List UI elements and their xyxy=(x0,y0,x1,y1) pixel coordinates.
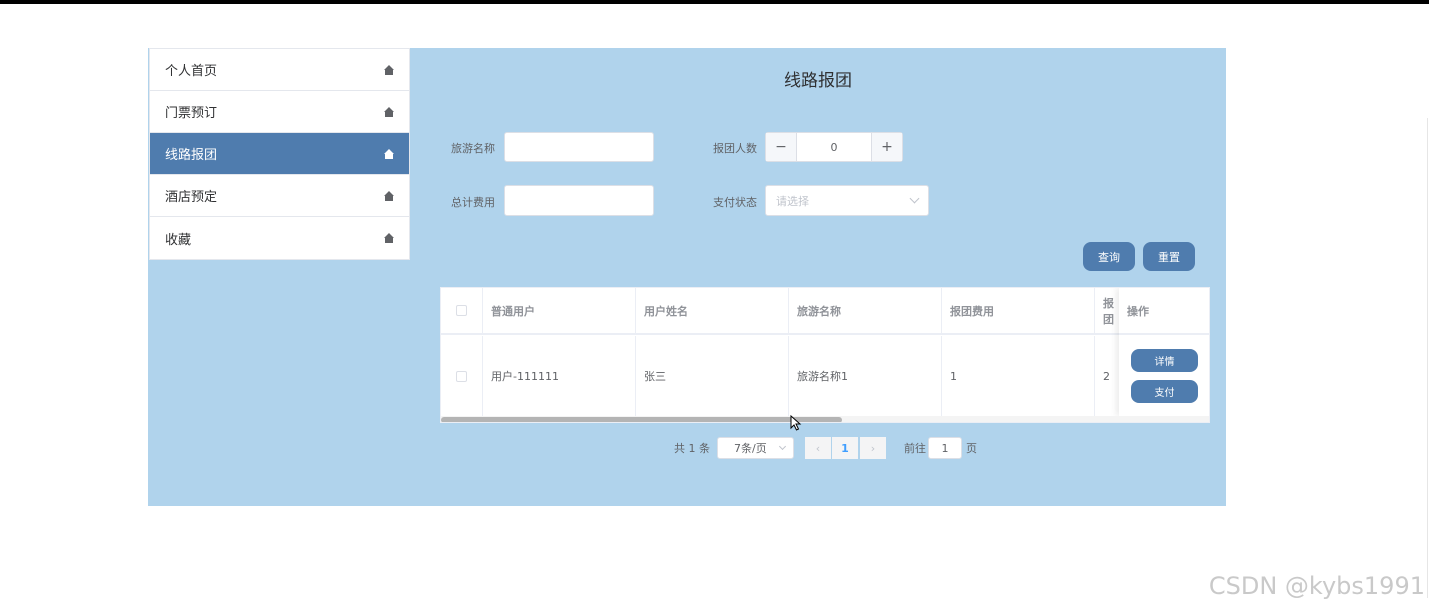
select-all-cell xyxy=(441,288,483,335)
scrollbar-thumb[interactable] xyxy=(441,417,842,422)
sidebar-item-label: 收藏 xyxy=(165,232,192,248)
sidebar-item-hotel[interactable]: 酒店预定 xyxy=(150,175,409,217)
group-count-label: 报团人数 xyxy=(713,142,757,155)
row-checkbox[interactable] xyxy=(456,370,467,382)
chevron-down-icon xyxy=(909,193,920,204)
column-header: 报团费用 xyxy=(942,288,1095,335)
page-number[interactable]: 1 xyxy=(832,437,858,459)
horizontal-scrollbar[interactable] xyxy=(441,416,1209,422)
sidebar-item-label: 门票预订 xyxy=(165,106,218,121)
select-all-checkbox[interactable] xyxy=(456,305,467,316)
sidebar-item-label: 线路报团 xyxy=(165,148,218,163)
table-cell: 旅游名称1 xyxy=(789,336,942,416)
top-bar xyxy=(0,0,1429,4)
tour-name-input[interactable] xyxy=(504,132,654,162)
sidebar-item-favorites[interactable]: 收藏 xyxy=(150,217,409,259)
tour-name-label: 旅游名称 xyxy=(451,142,495,155)
home-icon xyxy=(384,233,394,243)
mouse-cursor-icon xyxy=(790,414,802,435)
watermark: CSDN @kybs1991 xyxy=(1208,572,1425,600)
home-icon xyxy=(384,148,394,159)
reset-button[interactable]: 重置 xyxy=(1143,242,1195,271)
group-count-stepper: − 0 + xyxy=(765,132,903,162)
pagination-total: 共 1 条 xyxy=(674,442,710,455)
goto-label: 前往 xyxy=(904,442,926,455)
sidebar-item-label: 个人首页 xyxy=(165,64,218,79)
column-header: 操作 xyxy=(1119,288,1209,335)
home-icon xyxy=(384,64,394,75)
plus-icon[interactable]: + xyxy=(871,133,902,161)
next-page-button[interactable]: › xyxy=(860,437,886,459)
row-select-cell xyxy=(441,336,483,416)
page-size-select[interactable]: 7条/页 xyxy=(717,437,794,459)
data-table: 普通用户 用户姓名 旅游名称 报团费用 报团 用户-111111 张三 旅游名称… xyxy=(440,287,1210,423)
table-cell: 用户-111111 xyxy=(483,336,636,416)
pay-status-select[interactable]: 请选择 xyxy=(765,185,929,216)
page-title: 线路报团 xyxy=(784,71,852,91)
page-size-value: 7条/页 xyxy=(734,442,767,455)
detail-button[interactable]: 详情 xyxy=(1131,349,1198,372)
home-icon xyxy=(384,106,394,117)
total-fee-input[interactable] xyxy=(504,185,654,216)
sidebar-item-home[interactable]: 个人首页 xyxy=(150,49,409,91)
group-count-value[interactable]: 0 xyxy=(797,133,871,161)
right-divider xyxy=(1427,118,1428,598)
sidebar-item-tickets[interactable]: 门票预订 xyxy=(150,91,409,133)
pay-status-label: 支付状态 xyxy=(713,196,757,209)
table-cell: 1 xyxy=(942,336,1095,416)
minus-icon[interactable]: − xyxy=(766,133,797,161)
sidebar-menu: 个人首页 门票预订 线路报团 酒店预定 收藏 xyxy=(149,48,410,260)
sidebar-item-label: 酒店预定 xyxy=(165,190,218,205)
column-header: 旅游名称 xyxy=(789,288,942,335)
home-icon xyxy=(384,190,394,201)
goto-page-input[interactable]: 1 xyxy=(928,437,962,459)
query-button[interactable]: 查询 xyxy=(1083,242,1135,271)
column-header: 用户姓名 xyxy=(636,288,789,335)
prev-page-button[interactable]: ‹ xyxy=(805,437,831,459)
operations-column: 操作 详情 支付 xyxy=(1119,288,1209,416)
table-cell: 张三 xyxy=(636,336,789,416)
column-header: 普通用户 xyxy=(483,288,636,335)
chevron-down-icon xyxy=(778,442,787,450)
pay-status-placeholder: 请选择 xyxy=(776,194,809,208)
page-suffix: 页 xyxy=(966,442,977,455)
total-fee-label: 总计费用 xyxy=(451,196,495,209)
sidebar-item-tour-group[interactable]: 线路报团 xyxy=(150,133,409,175)
pay-button[interactable]: 支付 xyxy=(1131,380,1198,403)
